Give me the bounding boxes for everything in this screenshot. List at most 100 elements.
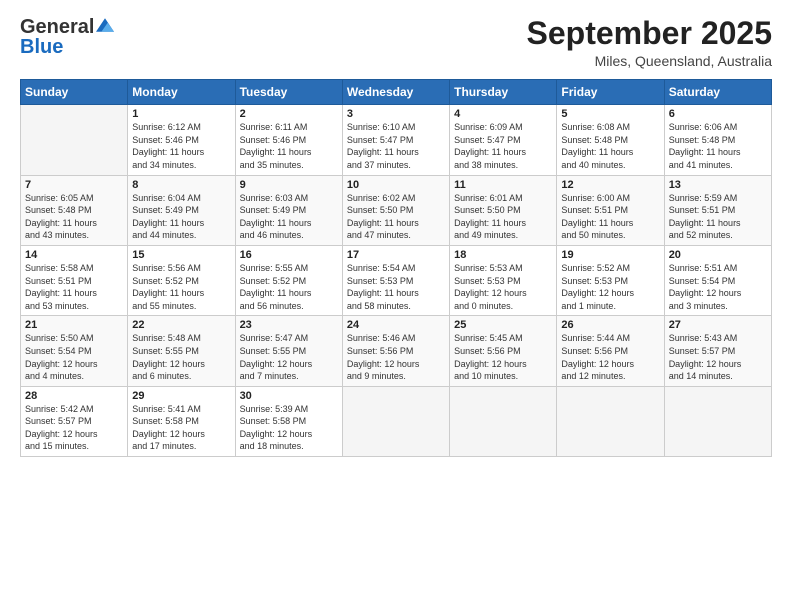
- day-number: 15: [132, 249, 230, 261]
- day-info: Sunrise: 5:47 AM Sunset: 5:55 PM Dayligh…: [240, 332, 338, 382]
- col-monday: Monday: [128, 80, 235, 105]
- day-number: 24: [347, 319, 445, 331]
- day-number: 8: [132, 179, 230, 191]
- day-number: 23: [240, 319, 338, 331]
- title-block: September 2025 Miles, Queensland, Austra…: [527, 16, 772, 69]
- day-info: Sunrise: 5:55 AM Sunset: 5:52 PM Dayligh…: [240, 262, 338, 312]
- day-number: 27: [669, 319, 767, 331]
- col-friday: Friday: [557, 80, 664, 105]
- calendar-cell: [557, 386, 664, 456]
- calendar-cell: 29Sunrise: 5:41 AM Sunset: 5:58 PM Dayli…: [128, 386, 235, 456]
- day-info: Sunrise: 5:46 AM Sunset: 5:56 PM Dayligh…: [347, 332, 445, 382]
- calendar-cell: 2Sunrise: 6:11 AM Sunset: 5:46 PM Daylig…: [235, 105, 342, 175]
- day-number: 19: [561, 249, 659, 261]
- calendar-cell: 27Sunrise: 5:43 AM Sunset: 5:57 PM Dayli…: [664, 316, 771, 386]
- page: General Blue September 2025 Miles, Queen…: [0, 0, 792, 612]
- calendar-cell: 4Sunrise: 6:09 AM Sunset: 5:47 PM Daylig…: [450, 105, 557, 175]
- calendar-cell: 6Sunrise: 6:06 AM Sunset: 5:48 PM Daylig…: [664, 105, 771, 175]
- calendar-cell: 24Sunrise: 5:46 AM Sunset: 5:56 PM Dayli…: [342, 316, 449, 386]
- col-tuesday: Tuesday: [235, 80, 342, 105]
- day-info: Sunrise: 6:09 AM Sunset: 5:47 PM Dayligh…: [454, 121, 552, 171]
- calendar-cell: 22Sunrise: 5:48 AM Sunset: 5:55 PM Dayli…: [128, 316, 235, 386]
- calendar-cell: 8Sunrise: 6:04 AM Sunset: 5:49 PM Daylig…: [128, 175, 235, 245]
- col-wednesday: Wednesday: [342, 80, 449, 105]
- calendar-cell: [342, 386, 449, 456]
- day-number: 10: [347, 179, 445, 191]
- calendar-cell: 18Sunrise: 5:53 AM Sunset: 5:53 PM Dayli…: [450, 245, 557, 315]
- day-info: Sunrise: 6:04 AM Sunset: 5:49 PM Dayligh…: [132, 192, 230, 242]
- calendar-cell: 28Sunrise: 5:42 AM Sunset: 5:57 PM Dayli…: [21, 386, 128, 456]
- day-number: 21: [25, 319, 123, 331]
- day-info: Sunrise: 5:45 AM Sunset: 5:56 PM Dayligh…: [454, 332, 552, 382]
- day-number: 2: [240, 108, 338, 120]
- day-number: 9: [240, 179, 338, 191]
- day-info: Sunrise: 5:48 AM Sunset: 5:55 PM Dayligh…: [132, 332, 230, 382]
- day-number: 13: [669, 179, 767, 191]
- header: General Blue September 2025 Miles, Queen…: [20, 16, 772, 69]
- day-info: Sunrise: 5:51 AM Sunset: 5:54 PM Dayligh…: [669, 262, 767, 312]
- col-sunday: Sunday: [21, 80, 128, 105]
- day-info: Sunrise: 5:53 AM Sunset: 5:53 PM Dayligh…: [454, 262, 552, 312]
- day-number: 1: [132, 108, 230, 120]
- day-number: 18: [454, 249, 552, 261]
- day-number: 12: [561, 179, 659, 191]
- day-number: 17: [347, 249, 445, 261]
- day-info: Sunrise: 5:42 AM Sunset: 5:57 PM Dayligh…: [25, 403, 123, 453]
- day-info: Sunrise: 6:03 AM Sunset: 5:49 PM Dayligh…: [240, 192, 338, 242]
- day-number: 29: [132, 390, 230, 402]
- main-title: September 2025: [527, 16, 772, 51]
- calendar-cell: 30Sunrise: 5:39 AM Sunset: 5:58 PM Dayli…: [235, 386, 342, 456]
- calendar-cell: 7Sunrise: 6:05 AM Sunset: 5:48 PM Daylig…: [21, 175, 128, 245]
- day-info: Sunrise: 6:11 AM Sunset: 5:46 PM Dayligh…: [240, 121, 338, 171]
- day-number: 6: [669, 108, 767, 120]
- day-number: 11: [454, 179, 552, 191]
- calendar-cell: 14Sunrise: 5:58 AM Sunset: 5:51 PM Dayli…: [21, 245, 128, 315]
- day-number: 28: [25, 390, 123, 402]
- calendar-cell: 3Sunrise: 6:10 AM Sunset: 5:47 PM Daylig…: [342, 105, 449, 175]
- calendar-cell: 17Sunrise: 5:54 AM Sunset: 5:53 PM Dayli…: [342, 245, 449, 315]
- day-info: Sunrise: 5:50 AM Sunset: 5:54 PM Dayligh…: [25, 332, 123, 382]
- calendar-header-row: Sunday Monday Tuesday Wednesday Thursday…: [21, 80, 772, 105]
- day-number: 22: [132, 319, 230, 331]
- calendar-week-row: 28Sunrise: 5:42 AM Sunset: 5:57 PM Dayli…: [21, 386, 772, 456]
- logo-icon: [96, 18, 114, 32]
- day-info: Sunrise: 5:59 AM Sunset: 5:51 PM Dayligh…: [669, 192, 767, 242]
- calendar-cell: 12Sunrise: 6:00 AM Sunset: 5:51 PM Dayli…: [557, 175, 664, 245]
- calendar-cell: 26Sunrise: 5:44 AM Sunset: 5:56 PM Dayli…: [557, 316, 664, 386]
- calendar-cell: 15Sunrise: 5:56 AM Sunset: 5:52 PM Dayli…: [128, 245, 235, 315]
- calendar-cell: 19Sunrise: 5:52 AM Sunset: 5:53 PM Dayli…: [557, 245, 664, 315]
- logo-general: General: [20, 16, 94, 38]
- day-info: Sunrise: 6:00 AM Sunset: 5:51 PM Dayligh…: [561, 192, 659, 242]
- day-number: 16: [240, 249, 338, 261]
- day-number: 7: [25, 179, 123, 191]
- day-info: Sunrise: 5:58 AM Sunset: 5:51 PM Dayligh…: [25, 262, 123, 312]
- day-number: 25: [454, 319, 552, 331]
- calendar-cell: 23Sunrise: 5:47 AM Sunset: 5:55 PM Dayli…: [235, 316, 342, 386]
- day-info: Sunrise: 5:41 AM Sunset: 5:58 PM Dayligh…: [132, 403, 230, 453]
- calendar-cell: [664, 386, 771, 456]
- day-number: 14: [25, 249, 123, 261]
- calendar-cell: 21Sunrise: 5:50 AM Sunset: 5:54 PM Dayli…: [21, 316, 128, 386]
- day-info: Sunrise: 6:12 AM Sunset: 5:46 PM Dayligh…: [132, 121, 230, 171]
- day-info: Sunrise: 6:01 AM Sunset: 5:50 PM Dayligh…: [454, 192, 552, 242]
- day-info: Sunrise: 5:43 AM Sunset: 5:57 PM Dayligh…: [669, 332, 767, 382]
- calendar-week-row: 1Sunrise: 6:12 AM Sunset: 5:46 PM Daylig…: [21, 105, 772, 175]
- day-info: Sunrise: 5:56 AM Sunset: 5:52 PM Dayligh…: [132, 262, 230, 312]
- day-info: Sunrise: 6:06 AM Sunset: 5:48 PM Dayligh…: [669, 121, 767, 171]
- subtitle: Miles, Queensland, Australia: [527, 53, 772, 69]
- calendar-week-row: 21Sunrise: 5:50 AM Sunset: 5:54 PM Dayli…: [21, 316, 772, 386]
- calendar-cell: 5Sunrise: 6:08 AM Sunset: 5:48 PM Daylig…: [557, 105, 664, 175]
- day-info: Sunrise: 5:39 AM Sunset: 5:58 PM Dayligh…: [240, 403, 338, 453]
- day-number: 20: [669, 249, 767, 261]
- day-info: Sunrise: 6:08 AM Sunset: 5:48 PM Dayligh…: [561, 121, 659, 171]
- calendar-cell: 13Sunrise: 5:59 AM Sunset: 5:51 PM Dayli…: [664, 175, 771, 245]
- day-info: Sunrise: 5:44 AM Sunset: 5:56 PM Dayligh…: [561, 332, 659, 382]
- calendar-cell: 10Sunrise: 6:02 AM Sunset: 5:50 PM Dayli…: [342, 175, 449, 245]
- calendar-cell: [450, 386, 557, 456]
- logo: General Blue: [20, 16, 114, 59]
- calendar-cell: 11Sunrise: 6:01 AM Sunset: 5:50 PM Dayli…: [450, 175, 557, 245]
- calendar: Sunday Monday Tuesday Wednesday Thursday…: [20, 79, 772, 457]
- calendar-cell: 25Sunrise: 5:45 AM Sunset: 5:56 PM Dayli…: [450, 316, 557, 386]
- day-info: Sunrise: 6:05 AM Sunset: 5:48 PM Dayligh…: [25, 192, 123, 242]
- calendar-week-row: 7Sunrise: 6:05 AM Sunset: 5:48 PM Daylig…: [21, 175, 772, 245]
